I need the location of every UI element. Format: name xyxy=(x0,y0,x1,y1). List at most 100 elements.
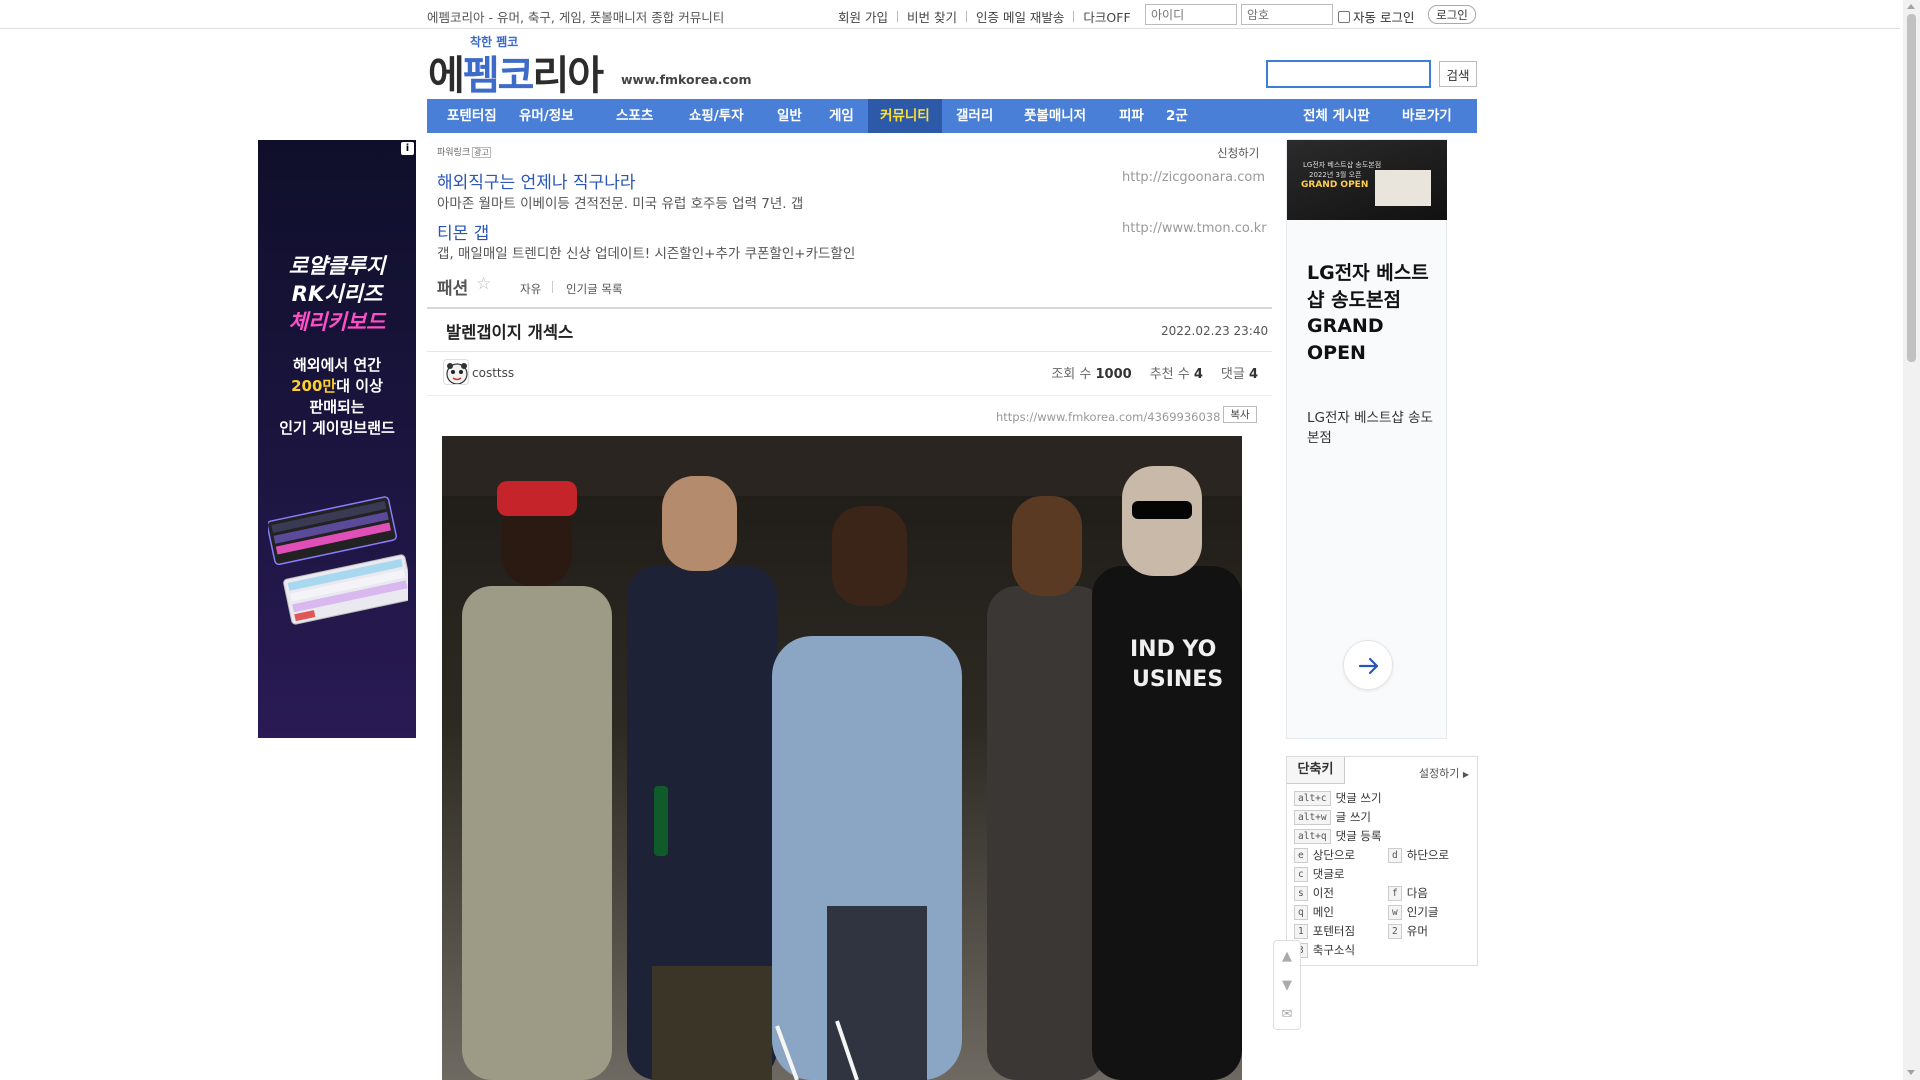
shortcut-item: 1 포텐터짐 xyxy=(1294,923,1355,939)
views-count: 1000 xyxy=(1095,367,1132,382)
right-banner-ad[interactable]: LG전자 베스트샵 송도본점 2022년 3월 오픈 GRAND OPEN LG… xyxy=(1286,139,1447,739)
shortcut-label: 다음 xyxy=(1406,886,1428,900)
login-button[interactable]: 로그인 xyxy=(1428,5,1476,24)
ad-building-shape xyxy=(1375,170,1431,206)
shortcut-label: 축구소식 xyxy=(1312,943,1356,957)
nav-item-fifa[interactable]: 피파 xyxy=(1107,99,1156,133)
powerlink-ad-url[interactable]: http://www.tmon.co.kr xyxy=(1122,221,1267,236)
autologin-checkbox[interactable] xyxy=(1338,10,1350,23)
scrollbar-thumb[interactable] xyxy=(1907,14,1916,362)
site-logo[interactable]: 착한 펨코 에펨코리아 xyxy=(428,33,608,99)
divider xyxy=(1073,11,1075,22)
post-permalink[interactable]: https://www.fmkorea.com/4369936038 xyxy=(996,410,1220,424)
ad-badge: 광고 xyxy=(472,147,491,158)
shortcut-settings-link[interactable]: 설정하기 ▶ xyxy=(1419,765,1469,781)
arrow-down-icon[interactable]: ▼ xyxy=(1274,978,1300,993)
floating-tools: ▲ ▼ ✉ xyxy=(1273,940,1301,1030)
powerlink-ad-title[interactable]: 티몬 갭 xyxy=(437,219,489,244)
powerlink-ad-url[interactable]: http://zicgoonara.com xyxy=(1122,170,1265,185)
arrow-right-glyph xyxy=(1358,657,1379,675)
divider xyxy=(965,11,967,22)
shortcut-label: 포텐터짐 xyxy=(1312,924,1356,938)
board-name[interactable]: 패션 xyxy=(437,274,468,299)
page-scrollbar[interactable] xyxy=(1903,0,1920,1080)
avatar[interactable] xyxy=(443,359,469,385)
left-banner-ad[interactable]: i 로얄클루지 RK시리즈 체리키보드 해외에서 연간 200만대 이상 판매되… xyxy=(258,140,416,738)
nav-item-poten[interactable]: 포텐터짐 xyxy=(435,99,509,133)
avatar-image xyxy=(446,363,468,384)
scroll-up-arrow[interactable] xyxy=(1907,4,1915,9)
logo-part: 펨 xyxy=(462,53,500,99)
shortcut-item: e 상단으로 xyxy=(1294,847,1355,863)
info-icon[interactable]: i xyxy=(401,142,414,155)
ad-text-highlight: 200만 xyxy=(291,377,337,395)
shortcut-item: 3축구소식 xyxy=(1294,942,1355,958)
ad-text-rest: 대 이상 xyxy=(336,377,383,395)
copy-url-button[interactable]: 복사 xyxy=(1223,406,1257,423)
search-button[interactable]: 검색 xyxy=(1439,61,1477,87)
powerlink-apply-link[interactable]: 신청하기 xyxy=(1217,145,1259,161)
nav-item-community[interactable]: 커뮤니티 xyxy=(868,99,942,133)
shortcut-label: 댓글 쓰기 xyxy=(1335,791,1382,805)
powerlink-ad-title[interactable]: 해외직구는 언제나 직구나라 xyxy=(437,168,636,193)
ad-text: 200만대 이상 xyxy=(258,375,416,396)
nav-item-general[interactable]: 일반 xyxy=(765,99,814,133)
shortcut-item: alt+q 댓글 등록 xyxy=(1294,828,1382,844)
arrow-right-icon[interactable] xyxy=(1343,640,1393,690)
nav-item-shortcut[interactable]: 바로가기 xyxy=(1390,99,1464,133)
board-link-popular[interactable]: 인기글 목록 xyxy=(566,281,623,297)
shortcut-item: s 이전 xyxy=(1294,885,1334,901)
board-link-free[interactable]: 자유 xyxy=(520,281,541,297)
shortcut-item: q 메인 xyxy=(1294,904,1334,920)
nav-item-second-team[interactable]: 2군 xyxy=(1154,99,1200,133)
shortcut-key: q xyxy=(1294,904,1308,920)
shortcut-label: 상단으로 xyxy=(1312,848,1356,862)
divider xyxy=(552,281,553,293)
shortcut-item: alt+c 댓글 쓰기 xyxy=(1294,790,1382,806)
divider xyxy=(896,11,898,22)
post-author[interactable]: costtss xyxy=(472,366,514,380)
comment-icon[interactable]: ✉ xyxy=(1274,1007,1300,1022)
shortcut-label: 인기글 xyxy=(1406,905,1439,919)
nav-item-sports[interactable]: 스포츠 xyxy=(604,99,665,133)
shortcut-item: 2 유머 xyxy=(1388,923,1428,939)
resend-verification-link[interactable]: 인증 메일 재발송 xyxy=(976,7,1064,26)
autologin-option[interactable]: 자동 로그인 xyxy=(1338,7,1414,26)
ad-subtitle: LG전자 베스트샵 송도본점 xyxy=(1307,410,1433,446)
comments-label: 댓글 xyxy=(1220,367,1245,382)
ad-image-text: LG전자 베스트샵 송도본점 xyxy=(1303,161,1382,169)
shortcut-settings-label: 설정하기 xyxy=(1418,767,1460,780)
shortcut-item: w 인기글 xyxy=(1388,904,1438,920)
post-image[interactable]: IND YO USINES xyxy=(442,436,1242,1080)
logo-part: 코 xyxy=(497,53,535,99)
arrow-up-icon[interactable]: ▲ xyxy=(1274,949,1300,964)
shortcut-label: 메인 xyxy=(1312,905,1334,919)
nav-item-all-boards[interactable]: 전체 게시판 xyxy=(1291,99,1382,133)
powerlink-ad-desc: 아마존 월마트 이베이등 견적전문. 미국 유럽 호주등 업력 7년. 갭 xyxy=(437,196,804,212)
shortcut-key: s xyxy=(1294,885,1308,901)
site-domain: www.fmkorea.com xyxy=(621,72,752,87)
nav-item-humor[interactable]: 유머/정보 xyxy=(507,99,586,133)
top-links: 회원 가입 비번 찾기 인증 메일 재발송 다크OFF xyxy=(838,7,1131,26)
ad-text: 로얄클루지 xyxy=(288,254,386,278)
nav-item-game[interactable]: 게임 xyxy=(817,99,866,133)
nav-item-football-manager[interactable]: 풋볼매니저 xyxy=(1012,99,1098,133)
logo-part: 리아 xyxy=(532,53,604,99)
scroll-down-arrow[interactable] xyxy=(1907,1070,1915,1075)
find-password-link[interactable]: 비번 찾기 xyxy=(907,7,957,26)
main-nav: 포텐터짐 유머/정보 스포츠 쇼핑/투자 일반 게임 커뮤니티 갤러리 풋볼매니… xyxy=(427,99,1477,133)
views-stat: 조회 수 1000 xyxy=(1051,363,1131,382)
username-input[interactable] xyxy=(1145,4,1237,25)
star-icon[interactable]: ☆ xyxy=(476,274,491,294)
signup-link[interactable]: 회원 가입 xyxy=(838,7,888,26)
dark-mode-toggle[interactable]: 다크OFF xyxy=(1083,7,1130,26)
nav-item-gallery[interactable]: 갤러리 xyxy=(944,99,1005,133)
search-input[interactable] xyxy=(1266,60,1431,88)
password-input[interactable] xyxy=(1241,4,1333,25)
autologin-label: 자동 로그인 xyxy=(1353,10,1415,25)
ad-store-image: LG전자 베스트샵 송도본점 2022년 3월 오픈 GRAND OPEN xyxy=(1287,140,1447,220)
divider xyxy=(427,307,1272,309)
views-label: 조회 수 xyxy=(1051,367,1092,382)
comments-stat[interactable]: 댓글 4 xyxy=(1221,363,1258,382)
nav-item-shopping[interactable]: 쇼핑/투자 xyxy=(677,99,756,133)
